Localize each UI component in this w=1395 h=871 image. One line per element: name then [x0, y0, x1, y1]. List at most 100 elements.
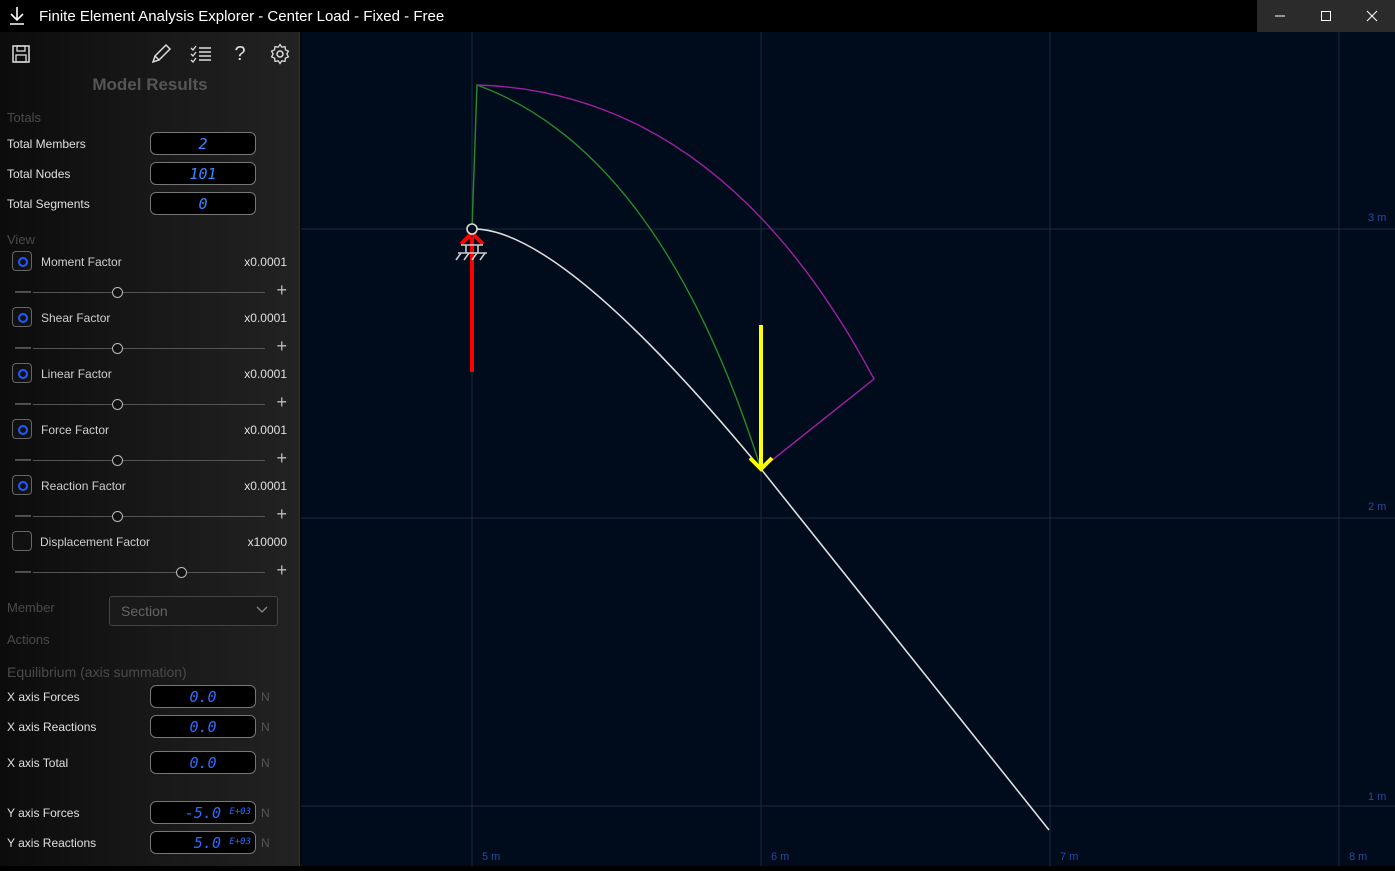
checklist-icon[interactable] — [189, 42, 213, 66]
factor-checkbox[interactable] — [12, 531, 32, 551]
totals-heading: Totals — [7, 110, 41, 125]
totals-value-field: 2 — [150, 132, 256, 155]
y-axis-tick-label: 1 m — [1368, 791, 1386, 803]
slider-track[interactable] — [33, 516, 265, 517]
slider-thumb[interactable] — [111, 343, 123, 354]
minimize-button[interactable] — [1257, 0, 1303, 32]
factor-label: Displacement Factor — [40, 535, 151, 549]
factor-checkbox[interactable] — [12, 419, 32, 439]
model-drawing[interactable]: 5 m 6 m 7 m 8 m 3 m 2 m 1 m — [301, 32, 1395, 866]
increase-button[interactable]: + — [276, 505, 287, 523]
factor-value: x0.0001 — [244, 367, 287, 381]
equilibrium-value-field: 0.0 — [150, 685, 256, 708]
decrease-button[interactable]: — — [15, 340, 31, 356]
save-icon[interactable] — [9, 42, 33, 66]
factor-checkbox[interactable] — [12, 251, 32, 271]
decrease-button[interactable]: — — [15, 396, 31, 412]
slider-thumb[interactable] — [111, 287, 123, 298]
totals-value: 0 — [198, 195, 208, 213]
decrease-button[interactable]: — — [15, 284, 31, 300]
factor-slider[interactable]: — + — [15, 281, 287, 300]
equilibrium-value: -5.0 — [184, 804, 221, 822]
equilibrium-label: X axis Reactions — [7, 720, 97, 734]
slider-track[interactable] — [33, 292, 265, 293]
totals-value-field: 101 — [150, 162, 256, 185]
factor-value: x0.0001 — [244, 423, 287, 437]
factor-slider[interactable]: — + — [15, 337, 287, 356]
equilibrium-exponent: E+03 — [229, 807, 251, 817]
model-canvas[interactable]: 5 m 6 m 7 m 8 m 3 m 2 m 1 m — [301, 32, 1395, 866]
factor-value: x10000 — [247, 535, 287, 549]
equilibrium-value: 0.0 — [189, 754, 217, 772]
member-heading: Member — [7, 600, 55, 615]
decrease-button[interactable]: — — [15, 508, 31, 524]
close-button[interactable] — [1349, 0, 1395, 32]
factor-checkbox[interactable] — [12, 363, 32, 383]
results-sidebar: ? Model Results Totals Total Members 2 Tot… — [0, 32, 300, 866]
x-axis-tick-label: 6 m — [771, 851, 789, 863]
actions-heading: Actions — [7, 632, 50, 647]
increase-button[interactable]: + — [276, 449, 287, 467]
equilibrium-label: Y axis Reactions — [7, 836, 97, 850]
section-dropdown-value: Section — [121, 603, 168, 619]
panel-heading: Model Results — [92, 75, 208, 94]
x-axis-tick-label: 8 m — [1349, 851, 1367, 863]
factor-value: x0.0001 — [244, 255, 287, 269]
slider-thumb[interactable] — [111, 511, 123, 522]
decrease-button[interactable]: — — [15, 452, 31, 468]
equilibrium-value-field: 5.0 E+03 — [150, 831, 256, 854]
factor-value: x0.0001 — [244, 311, 287, 325]
decrease-button[interactable]: — — [15, 564, 31, 580]
increase-button[interactable]: + — [276, 281, 287, 299]
slider-track[interactable] — [33, 572, 265, 573]
unit-label: N — [261, 836, 270, 850]
factor-slider[interactable]: — + — [15, 449, 287, 468]
equilibrium-exponent: E+03 — [229, 837, 251, 847]
increase-button[interactable]: + — [276, 561, 287, 579]
pencil-icon[interactable] — [149, 42, 173, 66]
factor-label: Reaction Factor — [41, 479, 126, 493]
y-axis-tick-label: 2 m — [1368, 501, 1386, 513]
totals-value-field: 0 — [150, 192, 256, 215]
maximize-button[interactable] — [1303, 0, 1349, 32]
equilibrium-value-field: 0.0 — [150, 715, 256, 738]
factor-label: Force Factor — [41, 423, 110, 437]
chevron-down-icon — [256, 603, 268, 618]
slider-thumb[interactable] — [111, 455, 123, 466]
factor-checkbox[interactable] — [12, 475, 32, 495]
totals-label: Total Segments — [7, 197, 90, 211]
help-icon[interactable]: ? — [228, 42, 252, 66]
totals-label: Total Members — [7, 137, 86, 151]
equilibrium-label: Y axis Forces — [7, 806, 80, 820]
slider-track[interactable] — [33, 460, 265, 461]
equilibrium-heading: Equilibrium (axis summation) — [7, 664, 187, 680]
unit-label: N — [261, 806, 270, 820]
unit-label: N — [261, 690, 270, 704]
totals-value: 101 — [189, 165, 217, 183]
increase-button[interactable]: + — [276, 337, 287, 355]
equilibrium-value-field: 0.0 — [150, 751, 256, 774]
equilibrium-value: 0.0 — [189, 718, 217, 736]
gear-icon[interactable] — [268, 42, 292, 66]
slider-thumb[interactable] — [176, 567, 188, 578]
factor-slider[interactable]: — + — [15, 393, 287, 412]
factor-slider[interactable]: — + — [15, 561, 287, 580]
equilibrium-value-field: -5.0 E+03 — [150, 801, 256, 824]
slider-track[interactable] — [33, 348, 265, 349]
equilibrium-label: X axis Forces — [7, 690, 80, 704]
factor-checkbox[interactable] — [12, 307, 32, 327]
totals-label: Total Nodes — [7, 167, 71, 181]
slider-thumb[interactable] — [111, 399, 123, 410]
moment-diagram — [476, 84, 875, 470]
increase-button[interactable]: + — [276, 393, 287, 411]
section-dropdown[interactable]: Section — [109, 596, 278, 626]
slider-track[interactable] — [33, 404, 265, 405]
title-bar: Finite Element Analysis Explorer - Cente… — [0, 0, 1395, 32]
unit-label: N — [261, 756, 270, 770]
factor-slider[interactable]: — + — [15, 505, 287, 524]
download-icon — [8, 6, 26, 26]
view-heading: View — [7, 232, 35, 247]
unit-label: N — [261, 720, 270, 734]
window-title: Finite Element Analysis Explorer - Cente… — [39, 8, 445, 25]
window-controls — [1257, 0, 1395, 32]
